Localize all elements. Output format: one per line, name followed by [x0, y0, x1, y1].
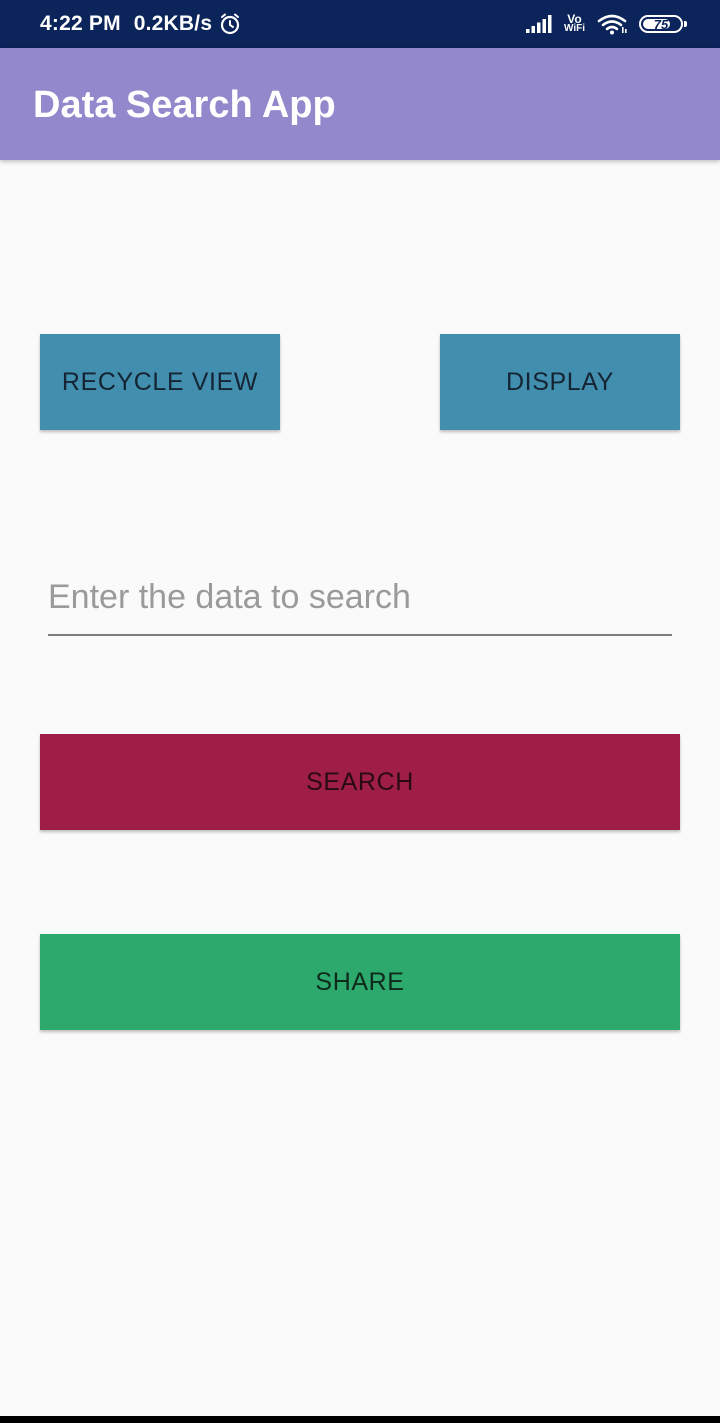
vowifi-icon: Vo WiFi	[563, 13, 585, 34]
signal-icon	[525, 14, 554, 34]
app-bar: Data Search App	[0, 48, 720, 160]
status-right: Vo WiFi 75	[525, 0, 687, 48]
battery-level: 75	[653, 16, 669, 32]
share-button[interactable]: SHARE	[40, 934, 680, 1030]
battery-icon: 75	[639, 15, 687, 33]
status-bar: 4:22 PM 0.2KB/s Vo WiFi 75	[0, 0, 720, 48]
navigation-bar-strip	[0, 1416, 720, 1423]
alarm-icon	[218, 12, 242, 36]
search-button[interactable]: SEARCH	[40, 734, 680, 830]
display-button[interactable]: DISPLAY	[440, 334, 680, 430]
search-input[interactable]	[48, 566, 672, 636]
status-time: 4:22 PM	[40, 12, 121, 35]
network-speed: 0.2KB/s	[133, 12, 213, 35]
app-title: Data Search App	[33, 84, 336, 126]
vowifi-bottom: WiFi	[563, 23, 585, 34]
recycle-view-button[interactable]: RECYCLE VIEW	[40, 334, 280, 430]
battery-tip	[684, 21, 687, 27]
wifi-icon	[597, 13, 627, 35]
status-left: 4:22 PM 0.2KB/s	[40, 0, 242, 48]
